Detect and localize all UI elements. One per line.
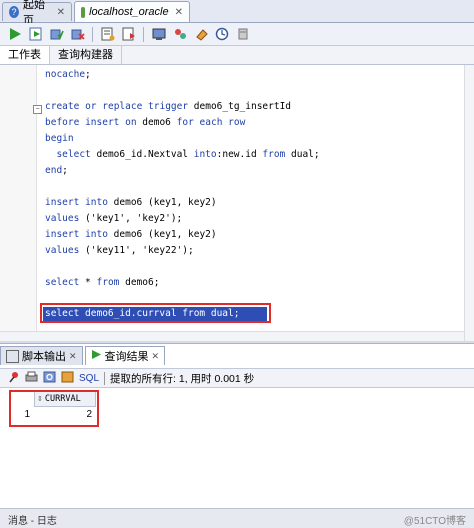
rollback-icon[interactable] xyxy=(69,26,86,43)
pin-icon[interactable] xyxy=(8,371,20,386)
separator xyxy=(104,371,106,385)
tab-start-page[interactable]: ? 起始页 ✕ xyxy=(2,0,72,27)
horizontal-scrollbar[interactable] xyxy=(0,331,464,341)
close-icon[interactable]: ✕ xyxy=(152,351,160,362)
code-line[interactable]: select demo6_id.Nextval into:new.id from… xyxy=(45,149,319,161)
watermark: @51CTO博客 xyxy=(403,516,466,527)
tab-label: 脚本输出 xyxy=(22,351,66,363)
code-line[interactable]: insert into demo6 (key1, key2) xyxy=(45,197,217,209)
code-line[interactable]: before insert on demo6 for each row xyxy=(45,117,245,129)
history-icon[interactable] xyxy=(213,26,230,43)
run-script-icon[interactable] xyxy=(27,26,44,43)
monitor-icon[interactable] xyxy=(150,26,167,43)
toolbar-separator xyxy=(92,26,93,42)
line-gutter xyxy=(0,65,37,341)
close-icon[interactable]: ✕ xyxy=(175,7,183,18)
messages-log-label[interactable]: 消息 - 日志 xyxy=(8,512,57,527)
help-icon: ? xyxy=(9,6,20,18)
run-icon xyxy=(91,349,102,363)
code-line[interactable]: end; xyxy=(45,165,68,177)
code-line[interactable]: insert into demo6 (key1, key2) xyxy=(45,229,217,241)
grid-highlight-annotation-box xyxy=(9,390,99,427)
results-tabs: 脚本输出 ✕ 查询结果 ✕ xyxy=(0,346,167,366)
refresh-icon[interactable] xyxy=(43,371,56,386)
close-icon[interactable]: ✕ xyxy=(69,351,77,362)
export-icon[interactable] xyxy=(61,371,74,386)
tab-query-builder[interactable]: 查询构建器 xyxy=(50,46,122,64)
worksheet-tabs: 工作表 查询构建器 xyxy=(0,46,474,65)
tab-worksheet[interactable]: 工作表 xyxy=(0,46,50,64)
print-icon[interactable] xyxy=(25,371,38,386)
explain-plan-icon[interactable] xyxy=(99,26,116,43)
tab-localhost-oracle[interactable]: localhost_oracle ✕ xyxy=(74,1,190,22)
status-bar: 消息 - 日志 @51CTO博客 xyxy=(0,508,474,528)
sql-label[interactable]: SQL xyxy=(79,373,99,384)
vertical-scrollbar[interactable] xyxy=(464,65,474,341)
tab-query-result[interactable]: 查询结果 ✕ xyxy=(84,346,166,365)
commit-icon[interactable] xyxy=(48,26,65,43)
document-tab-strip: ? 起始页 ✕ localhost_oracle ✕ xyxy=(0,0,474,27)
tab-label: localhost_oracle xyxy=(89,6,169,18)
editor-toolbar xyxy=(0,23,474,46)
code-line[interactable]: values ('key11', 'key22'); xyxy=(45,245,194,257)
highlight-annotation-box xyxy=(40,303,271,323)
code-line[interactable]: nocache; xyxy=(45,69,91,81)
eraser-icon[interactable] xyxy=(192,26,209,43)
format-icon[interactable] xyxy=(234,26,251,43)
database-icon xyxy=(81,6,86,18)
close-icon[interactable]: ✕ xyxy=(57,7,65,18)
run-statement-icon[interactable] xyxy=(6,26,23,43)
results-panel: 脚本输出 ✕ 查询结果 ✕ SQL 提取的所有行: 1, 用时 0.001 秒 … xyxy=(0,343,474,509)
code-line[interactable]: values ('key1', 'key2'); xyxy=(45,213,182,225)
fold-toggle-icon[interactable]: − xyxy=(33,105,42,114)
tab-label: 查询结果 xyxy=(104,351,149,363)
results-toolbar: SQL 提取的所有行: 1, 用时 0.001 秒 xyxy=(0,368,474,388)
unshared-icon[interactable] xyxy=(171,26,188,43)
script-output-icon xyxy=(6,349,19,363)
autotrace-icon[interactable] xyxy=(120,26,137,43)
tab-script-output[interactable]: 脚本输出 ✕ xyxy=(0,346,83,365)
code-line[interactable]: begin xyxy=(45,133,74,145)
fetch-status-text: 提取的所有行: 1, 用时 0.001 秒 xyxy=(110,372,255,385)
code-line[interactable]: create or replace trigger demo6_tg_inser… xyxy=(45,101,291,113)
sql-editor[interactable]: − nocache; create or replace trigger demo… xyxy=(0,65,474,341)
toolbar-separator xyxy=(143,26,144,42)
code-line[interactable]: select * from demo6; xyxy=(45,277,159,289)
